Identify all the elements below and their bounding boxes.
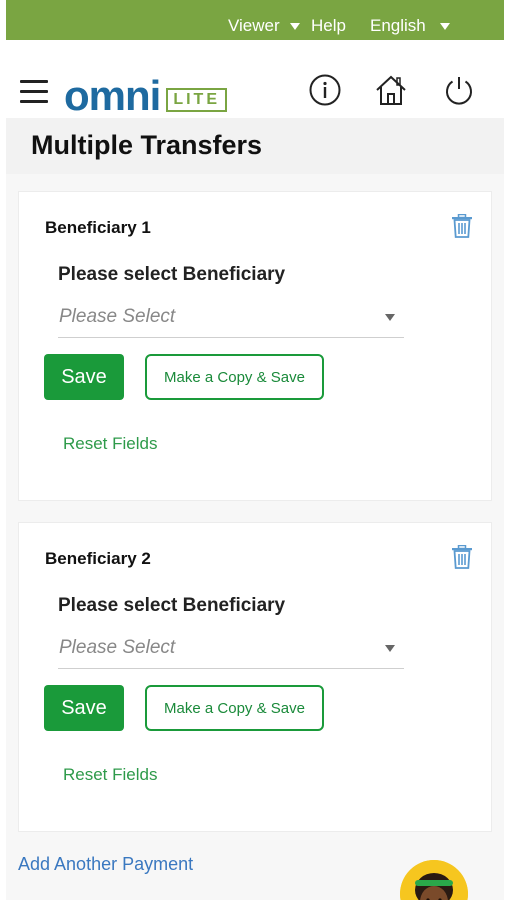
page-title-band: Multiple Transfers bbox=[6, 118, 504, 174]
beneficiary-select[interactable]: Please Select bbox=[58, 631, 404, 669]
trash-icon[interactable] bbox=[451, 214, 473, 238]
save-button[interactable]: Save bbox=[44, 685, 124, 731]
trash-icon[interactable] bbox=[451, 545, 473, 569]
language-label: English bbox=[370, 16, 426, 35]
home-icon[interactable] bbox=[374, 73, 408, 107]
language-dropdown[interactable]: English bbox=[370, 16, 450, 36]
help-label: Help bbox=[311, 16, 346, 35]
copy-and-save-button[interactable]: Make a Copy & Save bbox=[145, 685, 324, 731]
beneficiary-field-label: Please select Beneficiary bbox=[58, 595, 286, 616]
logo-badge: LITE bbox=[166, 88, 227, 112]
reset-fields-link[interactable]: Reset Fields bbox=[63, 434, 157, 454]
beneficiary-select[interactable]: Please Select bbox=[58, 300, 404, 338]
beneficiary-card-2: Beneficiary 2 Please select Beneficiary … bbox=[18, 522, 492, 832]
chevron-down-icon bbox=[439, 22, 450, 30]
page-title: Multiple Transfers bbox=[31, 130, 263, 160]
select-placeholder: Please Select bbox=[59, 306, 176, 327]
hamburger-menu-icon[interactable] bbox=[20, 80, 48, 104]
chevron-down-icon bbox=[385, 314, 395, 321]
help-link[interactable]: Help bbox=[311, 16, 346, 36]
select-placeholder: Please Select bbox=[59, 637, 176, 658]
copy-and-save-button[interactable]: Make a Copy & Save bbox=[145, 354, 324, 400]
info-icon[interactable] bbox=[308, 73, 342, 107]
transfers-content: Beneficiary 1 Please select Beneficiary … bbox=[6, 174, 504, 900]
viewer-label: Viewer bbox=[228, 16, 280, 35]
chevron-down-icon bbox=[385, 645, 395, 652]
top-utility-bar: Viewer Help English bbox=[6, 0, 504, 40]
assistant-avatar[interactable] bbox=[400, 860, 468, 900]
chevron-down-icon bbox=[289, 22, 300, 30]
beneficiary-title: Beneficiary 1 bbox=[45, 218, 151, 237]
app-header: omni LITE bbox=[6, 40, 504, 118]
reset-fields-link[interactable]: Reset Fields bbox=[63, 765, 157, 785]
add-another-payment-link[interactable]: Add Another Payment bbox=[18, 854, 193, 875]
viewer-dropdown[interactable]: Viewer bbox=[228, 16, 300, 36]
power-icon[interactable] bbox=[442, 73, 476, 107]
beneficiary-field-label: Please select Beneficiary bbox=[58, 264, 286, 285]
beneficiary-card-1: Beneficiary 1 Please select Beneficiary … bbox=[18, 191, 492, 501]
save-button[interactable]: Save bbox=[44, 354, 124, 400]
beneficiary-title: Beneficiary 2 bbox=[45, 549, 151, 568]
omni-logo: omni LITE bbox=[64, 72, 227, 119]
chatbot-avatar-icon bbox=[400, 860, 468, 900]
logo-text: omni bbox=[64, 72, 161, 119]
